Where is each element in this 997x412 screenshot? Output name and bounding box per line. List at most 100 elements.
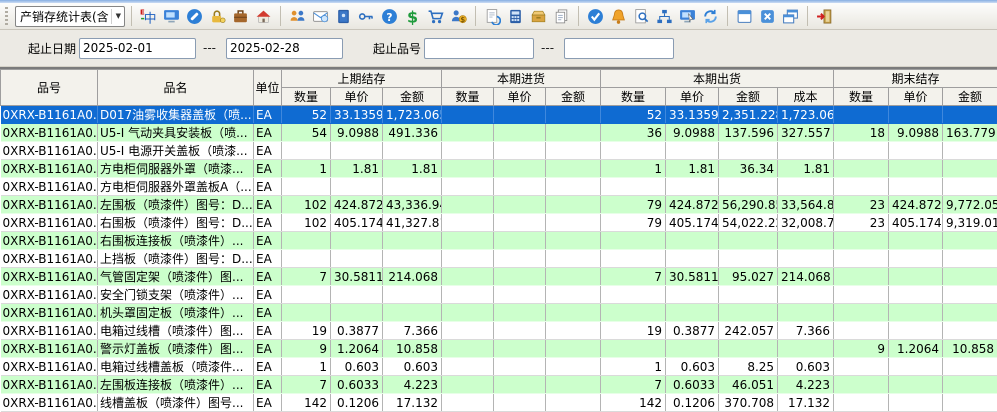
- cell-shipment-value[interactable]: [666, 142, 719, 160]
- cell-item-no[interactable]: 0XRX-B1161A0...: [1, 376, 98, 394]
- cell-shipment-value[interactable]: 370.708: [719, 394, 778, 412]
- cell-unit[interactable]: EA: [254, 124, 282, 142]
- table-row[interactable]: 0XRX-B1161A0...方电柜伺服器外罩（喷漆...EA11.811.81…: [1, 160, 997, 178]
- cell-ending-value[interactable]: [834, 376, 889, 394]
- cell-purchase-value[interactable]: [546, 340, 601, 358]
- cell-unit[interactable]: EA: [254, 232, 282, 250]
- cell-shipment-value[interactable]: 17.132: [778, 394, 834, 412]
- cell-ending-value[interactable]: 405.1747: [889, 214, 943, 232]
- copy-icon[interactable]: [551, 6, 572, 27]
- cell-purchase-value[interactable]: [494, 142, 546, 160]
- cell-opening-value[interactable]: 7: [282, 268, 331, 286]
- cell-opening-value[interactable]: 19: [282, 322, 331, 340]
- briefcase-icon[interactable]: [230, 6, 251, 27]
- col-header-qty[interactable]: 数量: [282, 88, 331, 106]
- cell-item-no[interactable]: 0XRX-B1161A0...: [1, 286, 98, 304]
- cell-purchase-value[interactable]: [494, 394, 546, 412]
- cell-shipment-value[interactable]: 1.81: [778, 160, 834, 178]
- cell-shipment-value[interactable]: [778, 142, 834, 160]
- cell-opening-value[interactable]: [282, 304, 331, 322]
- cell-opening-value[interactable]: 102: [282, 214, 331, 232]
- cell-shipment-value[interactable]: 95.027: [719, 268, 778, 286]
- cell-purchase-value[interactable]: [442, 358, 494, 376]
- cell-opening-value[interactable]: [383, 142, 442, 160]
- cell-shipment-value[interactable]: 214.068: [778, 268, 834, 286]
- monitor-icon[interactable]: [161, 6, 182, 27]
- cell-item-no[interactable]: 0XRX-B1161A0...: [1, 160, 98, 178]
- cell-purchase-value[interactable]: [494, 160, 546, 178]
- cell-unit[interactable]: EA: [254, 304, 282, 322]
- cell-opening-value[interactable]: 1.2064: [331, 340, 383, 358]
- table-row[interactable]: 0XRX-B1161A0...左围板（喷漆件）图号：D...EA102424.8…: [1, 196, 997, 214]
- cell-shipment-value[interactable]: [601, 178, 666, 196]
- cell-shipment-value[interactable]: 52: [601, 106, 666, 124]
- cell-shipment-value[interactable]: 7.366: [778, 322, 834, 340]
- cell-purchase-value[interactable]: [442, 268, 494, 286]
- cell-item-name[interactable]: 左围板（喷漆件）图号：D...: [98, 196, 254, 214]
- cart-icon[interactable]: [425, 6, 446, 27]
- cell-purchase-value[interactable]: [442, 160, 494, 178]
- cell-shipment-value[interactable]: [601, 286, 666, 304]
- cell-shipment-value[interactable]: 0.6033: [666, 376, 719, 394]
- home-icon[interactable]: [253, 6, 274, 27]
- window-icon[interactable]: [734, 6, 755, 27]
- cell-ending-value[interactable]: 9: [834, 340, 889, 358]
- cell-shipment-value[interactable]: 19: [601, 322, 666, 340]
- table-row[interactable]: 0XRX-B1161A0...线槽盖板（喷漆件）图号...EA1420.1206…: [1, 394, 997, 412]
- drawer-icon[interactable]: [528, 6, 549, 27]
- cell-purchase-value[interactable]: [494, 268, 546, 286]
- cell-unit[interactable]: EA: [254, 358, 282, 376]
- cell-opening-value[interactable]: 33.1359: [331, 106, 383, 124]
- cell-opening-value[interactable]: 1: [282, 160, 331, 178]
- cell-purchase-value[interactable]: [546, 214, 601, 232]
- cell-item-no[interactable]: 0XRX-B1161A0...: [1, 304, 98, 322]
- cell-opening-value[interactable]: 0.603: [331, 358, 383, 376]
- cell-unit[interactable]: EA: [254, 214, 282, 232]
- group-header-period-purchases[interactable]: 本期进货: [442, 70, 601, 88]
- cell-opening-value[interactable]: [383, 304, 442, 322]
- cell-shipment-value[interactable]: [778, 178, 834, 196]
- cell-shipment-value[interactable]: 1.81: [666, 160, 719, 178]
- cell-item-no[interactable]: 0XRX-B1161A0...: [1, 196, 98, 214]
- cell-opening-value[interactable]: 1,723.065: [383, 106, 442, 124]
- table-row[interactable]: 0XRX-B1161A0...电箱过线槽（喷漆件）图...EA190.38777…: [1, 322, 997, 340]
- cell-shipment-value[interactable]: 33,564.89: [778, 196, 834, 214]
- help-icon[interactable]: ?: [379, 6, 400, 27]
- cell-shipment-value[interactable]: 9.0988: [666, 124, 719, 142]
- cell-item-name[interactable]: 方电柜伺服器外罩（喷漆...: [98, 160, 254, 178]
- cell-shipment-value[interactable]: [666, 304, 719, 322]
- cell-purchase-value[interactable]: [546, 124, 601, 142]
- cell-shipment-value[interactable]: 79: [601, 196, 666, 214]
- cell-ending-value[interactable]: [834, 106, 889, 124]
- cell-ending-value[interactable]: [834, 178, 889, 196]
- cell-purchase-value[interactable]: [442, 142, 494, 160]
- cell-opening-value[interactable]: 102: [282, 196, 331, 214]
- cell-opening-value[interactable]: 9: [282, 340, 331, 358]
- cell-ending-value[interactable]: [943, 304, 997, 322]
- cell-ending-value[interactable]: [943, 250, 997, 268]
- cell-purchase-value[interactable]: [494, 250, 546, 268]
- cell-purchase-value[interactable]: [494, 376, 546, 394]
- col-header-price[interactable]: 单价: [494, 88, 546, 106]
- cell-shipment-value[interactable]: [601, 250, 666, 268]
- cell-unit[interactable]: EA: [254, 394, 282, 412]
- cell-ending-value[interactable]: [834, 304, 889, 322]
- cell-purchase-value[interactable]: [546, 160, 601, 178]
- cell-ending-value[interactable]: [889, 160, 943, 178]
- date-to-input[interactable]: [226, 38, 343, 59]
- cell-shipment-value[interactable]: 36: [601, 124, 666, 142]
- cell-opening-value[interactable]: [282, 250, 331, 268]
- cell-shipment-value[interactable]: 142: [601, 394, 666, 412]
- table-row[interactable]: 0XRX-B1161A0...U5-I 气动夹具安装板（喷...EA549.09…: [1, 124, 997, 142]
- cell-shipment-value[interactable]: 405.1746: [666, 214, 719, 232]
- col-header-amount[interactable]: 金额: [943, 88, 997, 106]
- cell-ending-value[interactable]: [889, 286, 943, 304]
- cell-unit[interactable]: EA: [254, 340, 282, 358]
- cell-ending-value[interactable]: [943, 232, 997, 250]
- cell-item-no[interactable]: 0XRX-B1161A0...: [1, 268, 98, 286]
- col-header-amount[interactable]: 金额: [719, 88, 778, 106]
- calculator-icon[interactable]: [505, 6, 526, 27]
- cell-ending-value[interactable]: [834, 232, 889, 250]
- cell-purchase-value[interactable]: [494, 196, 546, 214]
- cell-unit[interactable]: EA: [254, 322, 282, 340]
